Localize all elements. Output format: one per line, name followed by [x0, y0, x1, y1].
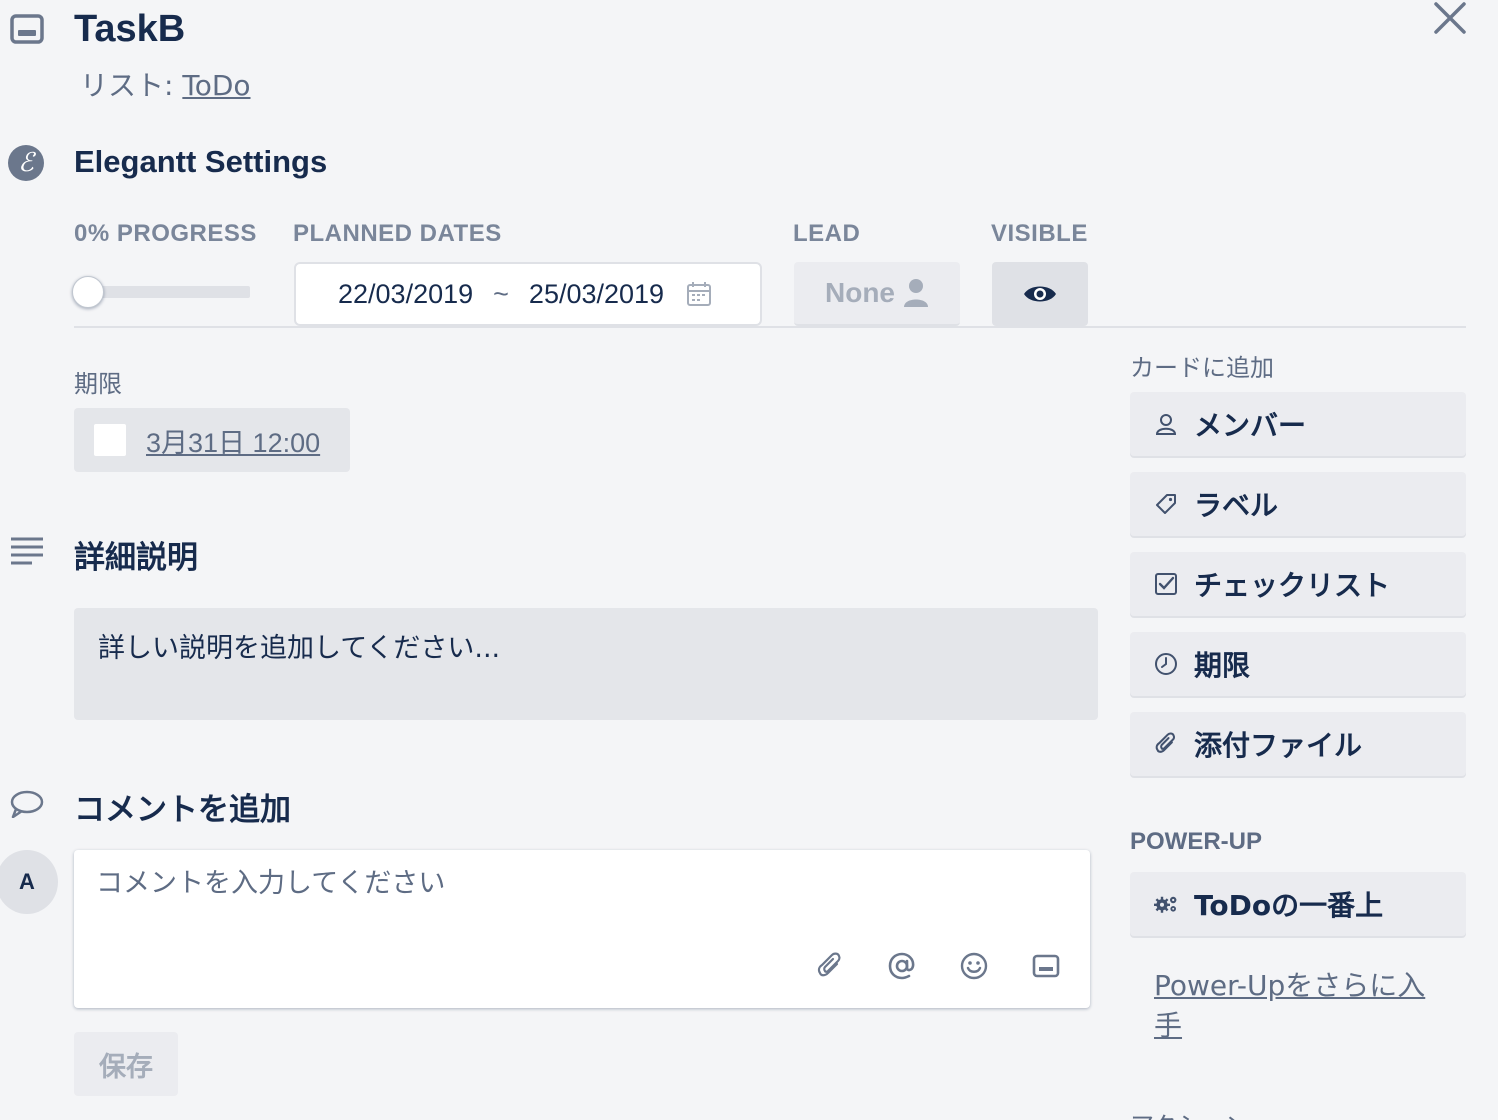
- list-info: リスト: ToDo: [80, 64, 251, 104]
- list-link[interactable]: ToDo: [182, 69, 250, 102]
- date-separator: ~: [493, 278, 509, 309]
- gears-icon: [1154, 892, 1178, 916]
- sidebar-checklist-button[interactable]: チェックリスト: [1130, 552, 1466, 616]
- calendar-icon[interactable]: [686, 281, 712, 307]
- clock-icon: [1154, 652, 1178, 676]
- mention-icon[interactable]: [882, 946, 922, 986]
- sidebar-button-label: 添付ファイル: [1194, 729, 1363, 762]
- sidebar-powerup-button[interactable]: ToDoの一番上: [1130, 872, 1466, 936]
- elegantt-title: Elegantt Settings: [74, 144, 328, 179]
- description-editor[interactable]: 詳しい説明を追加してください...: [74, 608, 1098, 720]
- progress-slider-track[interactable]: [88, 286, 250, 298]
- get-more-powerups-link[interactable]: Power-Upをさらに入手: [1154, 966, 1444, 1046]
- paperclip-icon: [1154, 732, 1178, 756]
- tag-icon: [1154, 492, 1178, 516]
- progress-slider-handle[interactable]: [72, 276, 104, 308]
- sidebar-button-label: ToDoの一番上: [1194, 889, 1384, 922]
- add-to-card-caption: カードに追加: [1130, 354, 1274, 382]
- sidebar-button-label: メンバー: [1194, 409, 1307, 442]
- sidebar-member-button[interactable]: メンバー: [1130, 392, 1466, 456]
- close-icon[interactable]: [1432, 0, 1468, 36]
- description-title: 詳細説明: [74, 540, 198, 576]
- planned-dates-picker[interactable]: 22/03/2019 ~ 25/03/2019: [294, 262, 762, 326]
- sidebar-button-label: 期限: [1194, 649, 1251, 682]
- end-date[interactable]: 25/03/2019: [529, 279, 664, 310]
- planned-dates-label: PLANNED DATES: [293, 220, 502, 247]
- comment-input[interactable]: [96, 868, 1056, 899]
- card-title[interactable]: TaskB: [74, 8, 185, 51]
- visible-toggle[interactable]: [992, 262, 1088, 326]
- avatar[interactable]: A: [0, 850, 58, 914]
- lead-value: None: [825, 277, 895, 308]
- attachment-icon[interactable]: [810, 946, 850, 986]
- divider: [74, 326, 1466, 328]
- checklist-icon: [1154, 572, 1178, 596]
- list-prefix: リスト:: [80, 69, 183, 102]
- start-date[interactable]: 22/03/2019: [338, 279, 473, 310]
- eye-icon: [1023, 283, 1057, 305]
- due-date-badge[interactable]: 3月31日 12:00: [74, 408, 350, 472]
- save-button[interactable]: 保存: [74, 1032, 178, 1096]
- lead-select[interactable]: None: [794, 262, 960, 326]
- due-caption: 期限: [74, 370, 122, 398]
- emoji-icon[interactable]: [954, 946, 994, 986]
- visible-label: VISIBLE: [991, 220, 1088, 247]
- progress-label: 0% PROGRESS: [74, 220, 257, 247]
- comment-title: コメントを追加: [74, 792, 291, 828]
- user-icon: [903, 278, 929, 308]
- card-icon: [10, 14, 44, 44]
- sidebar-button-label: チェックリスト: [1194, 569, 1391, 602]
- due-complete-checkbox[interactable]: [94, 424, 126, 456]
- sidebar-label-button[interactable]: ラベル: [1130, 472, 1466, 536]
- actions-caption: アクション: [1130, 1106, 1249, 1120]
- person-icon: [1154, 412, 1178, 436]
- comment-composer[interactable]: [74, 850, 1090, 1008]
- comment-icon: [10, 790, 44, 818]
- card-link-icon[interactable]: [1026, 946, 1066, 986]
- sidebar-button-label: ラベル: [1194, 489, 1279, 522]
- sidebar-due-button[interactable]: 期限: [1130, 632, 1466, 696]
- powerup-caption: POWER-UP: [1130, 828, 1262, 855]
- description-icon: [10, 536, 44, 566]
- sidebar-attachment-button[interactable]: 添付ファイル: [1130, 712, 1466, 776]
- due-date-value[interactable]: 3月31日 12:00: [146, 421, 320, 460]
- lead-label: LEAD: [793, 220, 861, 247]
- elegantt-logo-icon: ℰ: [8, 145, 44, 181]
